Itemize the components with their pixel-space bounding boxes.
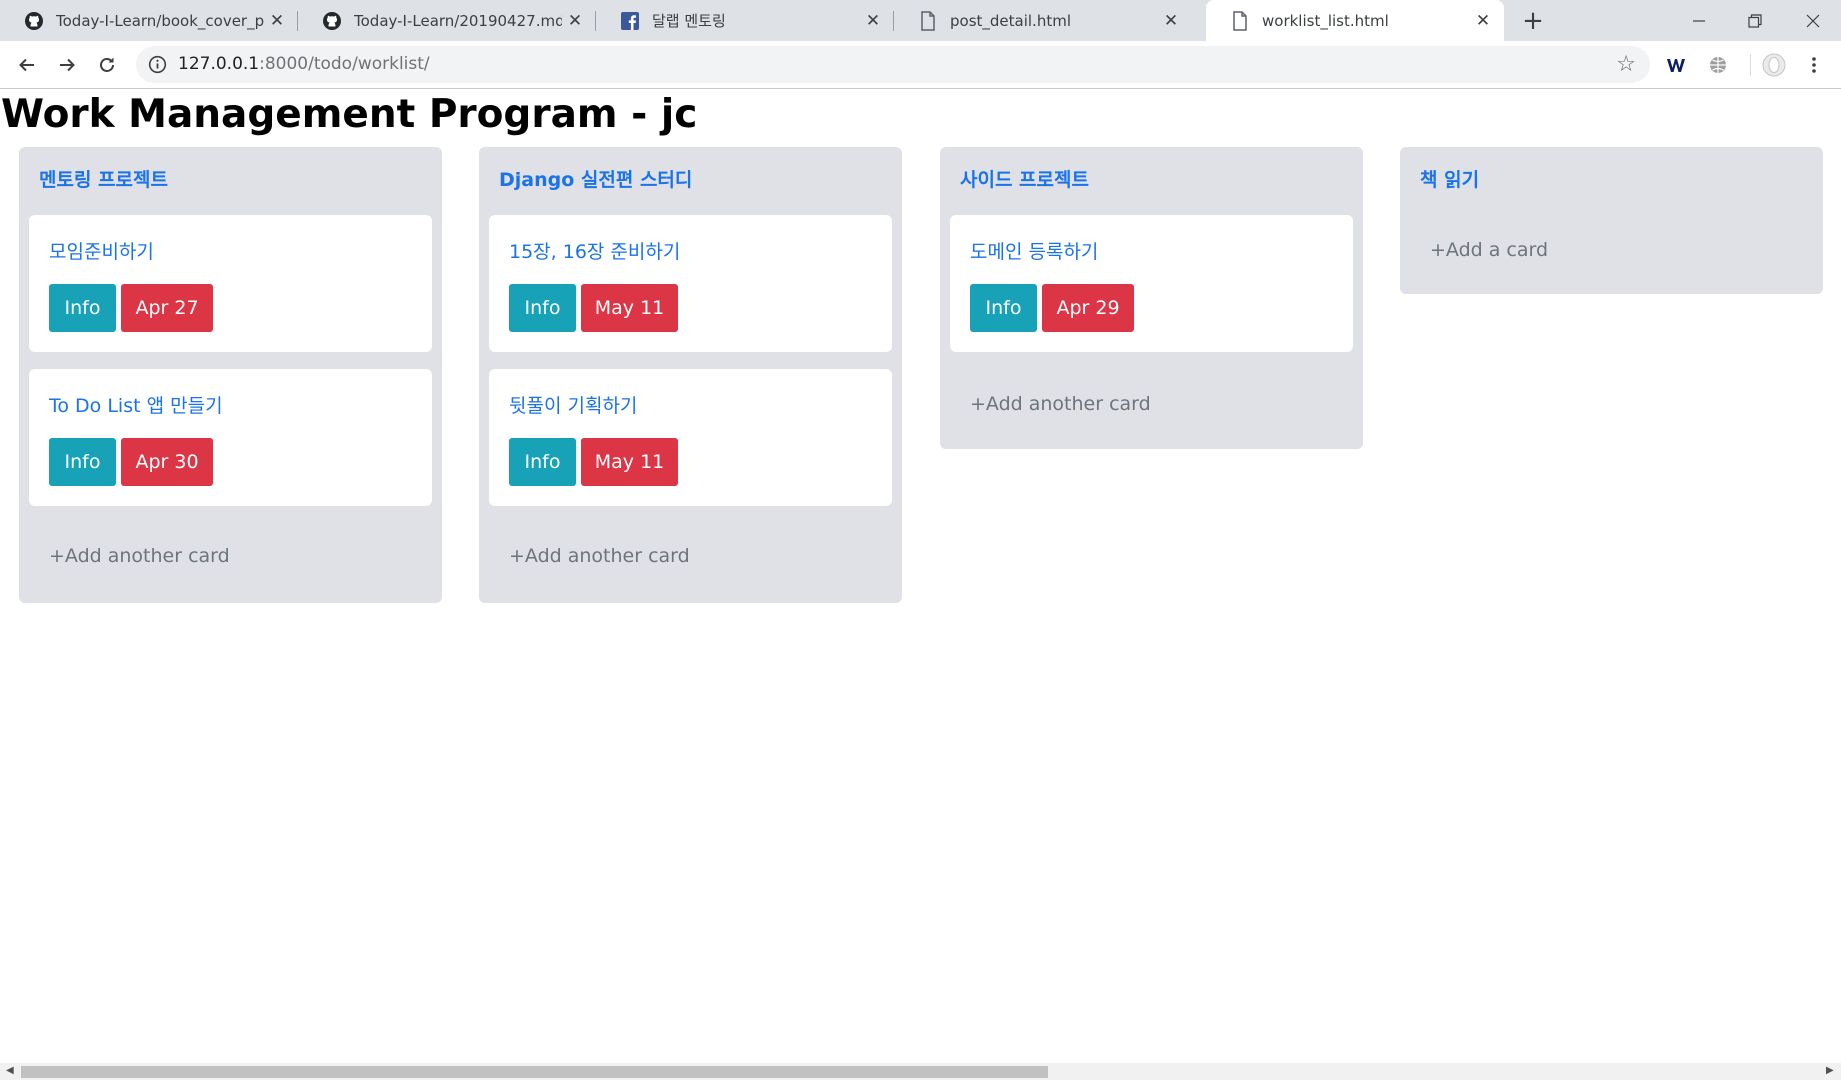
- reload-icon[interactable]: [91, 49, 123, 81]
- card-title-link[interactable]: 뒷풀이 기획하기: [509, 391, 637, 418]
- back-arrow-icon[interactable]: [11, 49, 43, 81]
- list-column-django-study: Django 실전편 스터디 15장, 16장 준비하기 Info May 11…: [479, 147, 902, 603]
- url-host: 127.0.0.1: [178, 54, 260, 74]
- page-icon: [1230, 10, 1250, 31]
- url-path: :8000/todo/worklist/: [259, 54, 430, 74]
- tab-title: Today-I-Learn/book_cover_pytho: [56, 11, 264, 30]
- card-title-link[interactable]: 도메인 등록하기: [970, 237, 1098, 264]
- due-date-badge: May 11: [581, 438, 678, 486]
- tab-close-icon[interactable]: ✕: [264, 8, 290, 34]
- task-card[interactable]: 15장, 16장 준비하기 Info May 11: [489, 215, 892, 352]
- page-icon: [918, 10, 938, 31]
- scroll-left-arrow-icon[interactable]: ◀: [6, 1065, 14, 1076]
- scroll-right-arrow-icon[interactable]: ▶: [1826, 1065, 1834, 1076]
- info-button[interactable]: Info: [509, 438, 576, 486]
- info-button[interactable]: Info: [49, 284, 116, 332]
- info-button[interactable]: Info: [970, 284, 1037, 332]
- toolbar-divider: [1750, 54, 1751, 76]
- card-title-link[interactable]: 모임준비하기: [49, 237, 154, 264]
- task-card[interactable]: 뒷풀이 기획하기 Info May 11: [489, 369, 892, 506]
- list-title[interactable]: Django 실전편 스터디: [499, 165, 692, 192]
- tab-title: worklist_list.html: [1262, 11, 1389, 30]
- facebook-icon: [620, 11, 640, 31]
- browser-tab-1[interactable]: Today-I-Learn/book_cover_pytho ✕: [0, 0, 298, 41]
- due-date-badge: Apr 30: [121, 438, 213, 486]
- list-title[interactable]: 책 읽기: [1420, 165, 1479, 192]
- profile-avatar-icon[interactable]: [1762, 53, 1786, 77]
- new-tab-button[interactable]: +: [1518, 6, 1548, 36]
- add-card-button[interactable]: +Add another card: [509, 545, 690, 567]
- tab-title: post_detail.html: [950, 11, 1071, 30]
- browser-tab-3[interactable]: 달랩 멘토링 ✕: [596, 0, 894, 41]
- add-card-button[interactable]: +Add another card: [970, 393, 1151, 415]
- list-column-mentoring: 멘토링 프로젝트 모임준비하기 Info Apr 27 To Do List 앱…: [19, 147, 442, 603]
- browser-tab-4[interactable]: post_detail.html ✕: [894, 0, 1192, 41]
- restore-icon[interactable]: [1727, 0, 1783, 41]
- tab-close-icon[interactable]: ✕: [1158, 8, 1184, 34]
- list-column-side-project: 사이드 프로젝트 도메인 등록하기 Info Apr 29 +Add anoth…: [940, 147, 1363, 449]
- list-title[interactable]: 사이드 프로젝트: [960, 165, 1089, 192]
- site-info-icon[interactable]: [148, 55, 167, 74]
- browser-tab-active[interactable]: worklist_list.html ✕: [1206, 0, 1504, 41]
- github-icon: [24, 11, 44, 31]
- tab-close-icon[interactable]: ✕: [860, 8, 886, 34]
- due-date-badge: Apr 27: [121, 284, 213, 332]
- task-card[interactable]: 모임준비하기 Info Apr 27: [29, 215, 432, 352]
- list-column-reading: 책 읽기 +Add a card: [1400, 147, 1823, 294]
- tab-title: 달랩 멘토링: [652, 12, 726, 30]
- tab-close-icon[interactable]: ✕: [562, 8, 588, 34]
- due-date-badge: May 11: [581, 284, 678, 332]
- browser-toolbar: 127.0.0.1:8000/todo/worklist/ ☆: [0, 41, 1841, 89]
- browser-tab-strip: Today-I-Learn/book_cover_pytho ✕ Today-I…: [0, 0, 1841, 41]
- github-icon: [322, 11, 342, 31]
- due-date-badge: Apr 29: [1042, 284, 1134, 332]
- page-title: Work Management Program - jc: [1, 92, 698, 137]
- tab-title: Today-I-Learn/20190427.md at: [354, 11, 562, 30]
- url-text[interactable]: 127.0.0.1:8000/todo/worklist/: [178, 54, 430, 74]
- window-close-icon[interactable]: [1785, 0, 1841, 41]
- address-bar[interactable]: 127.0.0.1:8000/todo/worklist/ ☆: [136, 46, 1650, 83]
- task-card[interactable]: To Do List 앱 만들기 Info Apr 30: [29, 369, 432, 506]
- extension-w-icon[interactable]: [1665, 54, 1687, 76]
- info-button[interactable]: Info: [49, 438, 116, 486]
- add-card-button[interactable]: +Add another card: [49, 545, 230, 567]
- bookmark-star-icon[interactable]: ☆: [1616, 52, 1636, 77]
- task-card[interactable]: 도메인 등록하기 Info Apr 29: [950, 215, 1353, 352]
- tab-close-icon[interactable]: ✕: [1470, 8, 1496, 34]
- list-title[interactable]: 멘토링 프로젝트: [39, 165, 168, 192]
- card-title-link[interactable]: To Do List 앱 만들기: [49, 391, 223, 418]
- add-card-button[interactable]: +Add a card: [1430, 239, 1548, 261]
- scrollbar-thumb[interactable]: [21, 1066, 1048, 1078]
- horizontal-scrollbar[interactable]: ◀ ▶: [0, 1063, 1841, 1080]
- extension-globe-icon[interactable]: [1707, 54, 1729, 76]
- more-menu-icon[interactable]: [1803, 54, 1825, 76]
- minimize-icon[interactable]: [1671, 0, 1727, 41]
- browser-tab-2[interactable]: Today-I-Learn/20190427.md at ✕: [298, 0, 596, 41]
- card-title-link[interactable]: 15장, 16장 준비하기: [509, 237, 680, 264]
- info-button[interactable]: Info: [509, 284, 576, 332]
- forward-arrow-icon[interactable]: [51, 49, 83, 81]
